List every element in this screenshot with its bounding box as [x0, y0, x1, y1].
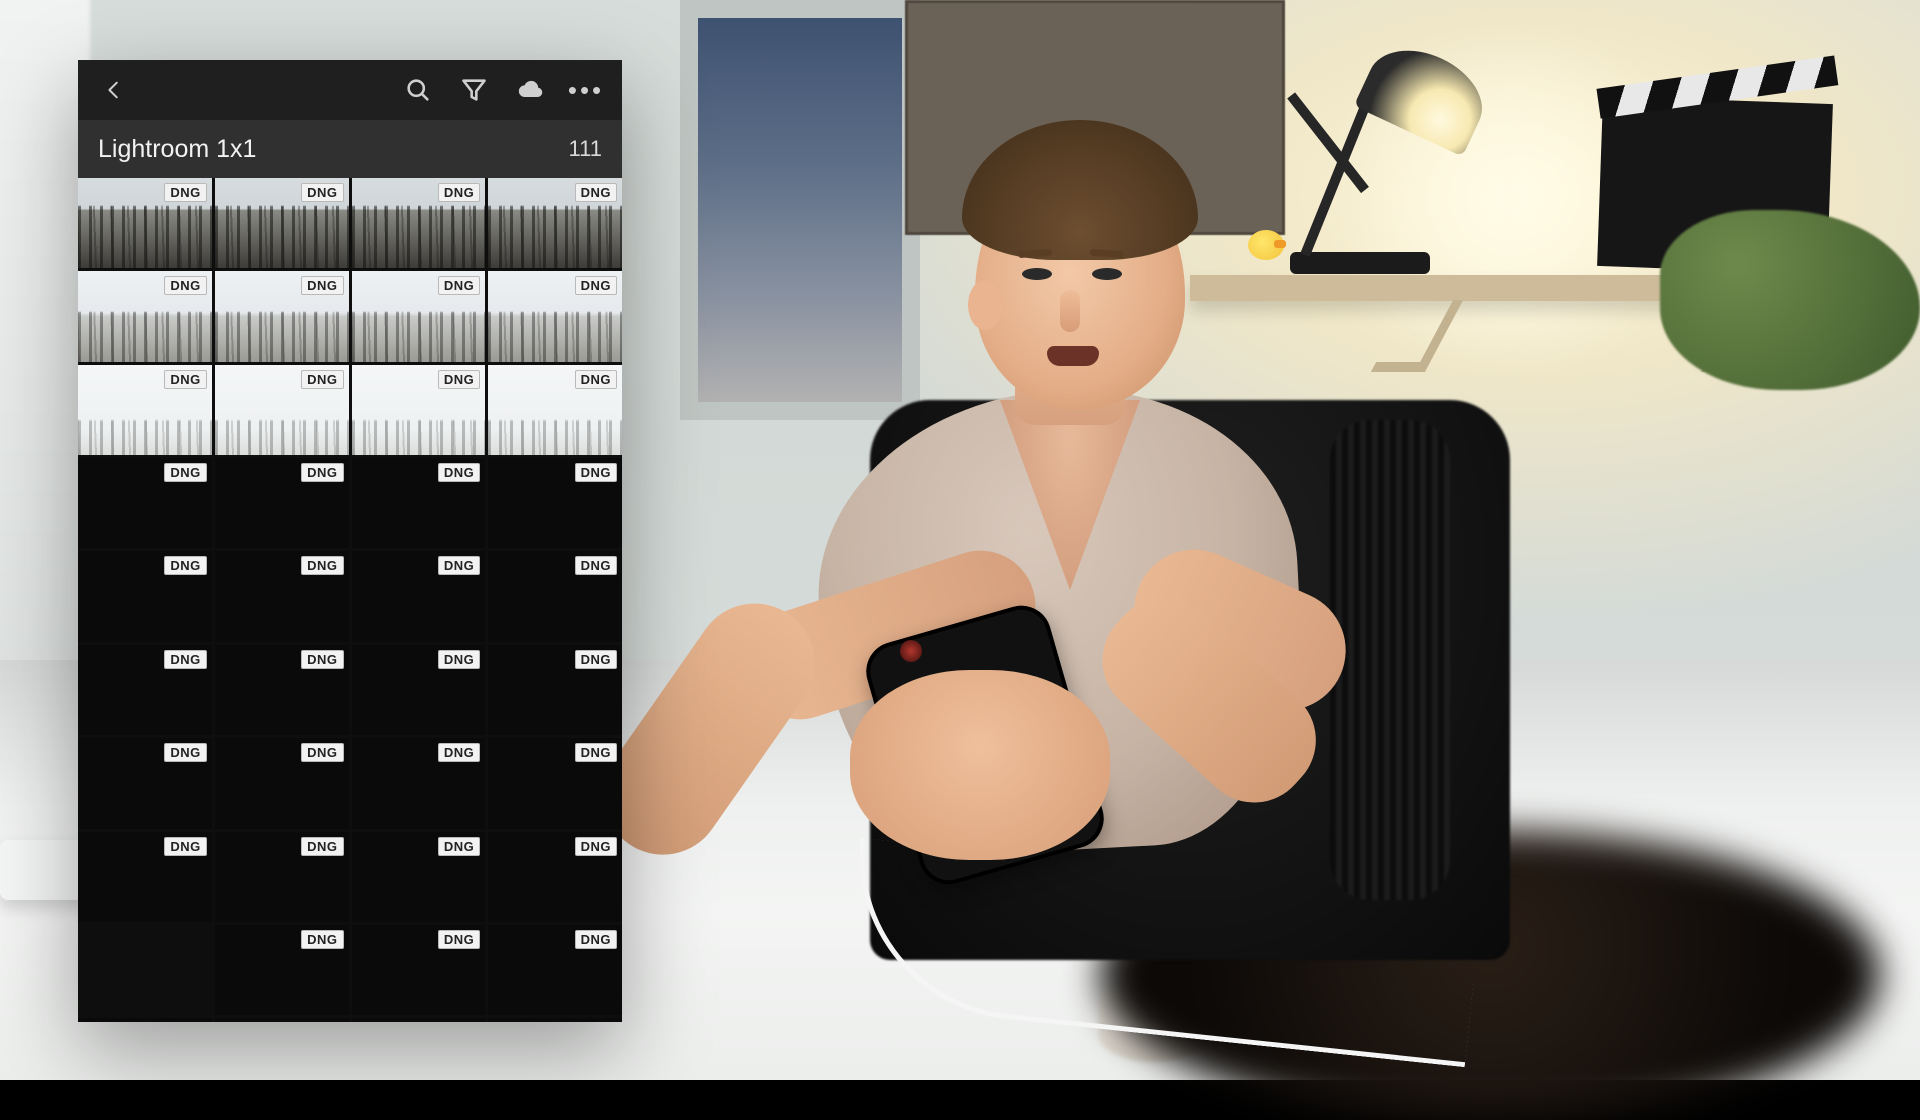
- photo-thumbnail[interactable]: DNG: [488, 458, 622, 548]
- file-format-badge: DNG: [438, 370, 480, 389]
- eye: [1092, 268, 1122, 280]
- file-format-badge: DNG: [301, 276, 343, 295]
- photo-thumbnail[interactable]: DNG: [78, 271, 212, 361]
- photo-thumbnail[interactable]: DNG: [78, 832, 212, 922]
- photo-thumbnail[interactable]: DNG: [215, 178, 349, 268]
- app-toolbar: •••: [78, 60, 622, 120]
- photo-thumbnail[interactable]: DNG: [78, 1018, 212, 1022]
- hands: [850, 670, 1110, 860]
- photo-thumbnail[interactable]: DNG: [488, 832, 622, 922]
- file-format-badge: DNG: [438, 650, 480, 669]
- photo-thumbnail[interactable]: DNG: [215, 925, 349, 1015]
- file-format-badge: DNG: [164, 556, 206, 575]
- photo-thumbnail[interactable]: DNG: [488, 365, 622, 455]
- file-format-badge: DNG: [164, 743, 206, 762]
- photo-thumbnail[interactable]: DNG: [215, 1018, 349, 1022]
- photo-thumbnail[interactable]: DNG: [352, 1018, 486, 1022]
- photo-thumbnail[interactable]: DNG: [215, 551, 349, 641]
- file-format-badge: DNG: [438, 930, 480, 949]
- photo-thumbnail[interactable]: DNG: [488, 645, 622, 735]
- file-format-badge: DNG: [438, 743, 480, 762]
- photo-thumbnail[interactable]: DNG: [78, 551, 212, 641]
- photo-thumbnail[interactable]: DNG: [352, 551, 486, 641]
- photo-thumbnail[interactable]: DNG: [352, 271, 486, 361]
- file-format-badge: DNG: [301, 837, 343, 856]
- file-format-badge: DNG: [438, 276, 480, 295]
- photo-thumbnail[interactable]: DNG: [352, 458, 486, 548]
- album-title: Lightroom 1x1: [98, 135, 256, 164]
- photo-thumbnail[interactable]: DNG: [78, 738, 212, 828]
- person-holding-phone: [700, 150, 1400, 970]
- file-format-badge: DNG: [438, 463, 480, 482]
- back-button[interactable]: [90, 66, 138, 114]
- file-format-badge: DNG: [575, 463, 617, 482]
- photo-thumbnail[interactable]: DNG: [352, 178, 486, 268]
- photo-thumbnail[interactable]: DNG: [488, 1018, 622, 1022]
- photo-thumbnail[interactable]: DNG: [215, 458, 349, 548]
- file-format-badge: DNG: [301, 463, 343, 482]
- photo-thumbnail[interactable]: DNG: [352, 925, 486, 1015]
- photo-thumbnail[interactable]: DNG: [352, 832, 486, 922]
- photo-thumbnail[interactable]: DNG: [215, 738, 349, 828]
- file-format-badge: DNG: [164, 183, 206, 202]
- photo-thumbnail[interactable]: DNG: [352, 645, 486, 735]
- file-format-badge: DNG: [164, 370, 206, 389]
- file-format-badge: DNG: [301, 650, 343, 669]
- photo-thumbnail[interactable]: DNG: [488, 738, 622, 828]
- empty-grid-slot: [78, 925, 212, 1015]
- photo-thumbnail[interactable]: DNG: [78, 365, 212, 455]
- file-format-badge: DNG: [164, 650, 206, 669]
- photo-thumbnail[interactable]: DNG: [215, 645, 349, 735]
- file-format-badge: DNG: [438, 837, 480, 856]
- filter-button[interactable]: [450, 66, 498, 114]
- file-format-badge: DNG: [575, 650, 617, 669]
- photo-count: 111: [569, 136, 602, 162]
- ellipsis-icon: •••: [568, 77, 604, 103]
- file-format-badge: DNG: [301, 183, 343, 202]
- file-format-badge: DNG: [575, 556, 617, 575]
- mouth: [1047, 346, 1099, 366]
- search-icon: [404, 76, 432, 104]
- nose: [1060, 290, 1080, 332]
- photo-thumbnail[interactable]: DNG: [78, 178, 212, 268]
- eye: [1022, 268, 1052, 280]
- cloud-icon: [516, 76, 544, 104]
- photo-thumbnail[interactable]: DNG: [488, 551, 622, 641]
- photo-thumbnail[interactable]: DNG: [488, 925, 622, 1015]
- cloud-sync-button[interactable]: [506, 66, 554, 114]
- file-format-badge: DNG: [301, 556, 343, 575]
- file-format-badge: DNG: [438, 556, 480, 575]
- file-format-badge: DNG: [575, 183, 617, 202]
- photo-thumbnail[interactable]: DNG: [215, 832, 349, 922]
- file-format-badge: DNG: [164, 463, 206, 482]
- search-button[interactable]: [394, 66, 442, 114]
- photo-grid[interactable]: DNGDNGDNGDNGDNGDNGDNGDNGDNGDNGDNGDNGDNGD…: [78, 178, 622, 1022]
- photo-thumbnail[interactable]: DNG: [215, 271, 349, 361]
- photo-thumbnail[interactable]: DNG: [352, 738, 486, 828]
- file-format-badge: DNG: [438, 183, 480, 202]
- more-options-button[interactable]: •••: [562, 66, 610, 114]
- lightroom-app: ••• Lightroom 1x1 111 DNGDNGDNGDNGDNGDNG…: [78, 60, 622, 1022]
- file-format-badge: DNG: [164, 276, 206, 295]
- file-format-badge: DNG: [164, 837, 206, 856]
- file-format-badge: DNG: [301, 370, 343, 389]
- funnel-icon: [460, 76, 488, 104]
- photo-thumbnail[interactable]: DNG: [78, 645, 212, 735]
- file-format-badge: DNG: [575, 276, 617, 295]
- photo-thumbnail[interactable]: DNG: [488, 178, 622, 268]
- photo-thumbnail[interactable]: DNG: [215, 365, 349, 455]
- file-format-badge: DNG: [575, 743, 617, 762]
- ear: [968, 280, 1002, 330]
- chevron-left-icon: [103, 79, 125, 101]
- photo-thumbnail[interactable]: DNG: [352, 365, 486, 455]
- photo-thumbnail[interactable]: DNG: [78, 458, 212, 548]
- file-format-badge: DNG: [301, 743, 343, 762]
- file-format-badge: DNG: [301, 930, 343, 949]
- phone-screen-overlay: ••• Lightroom 1x1 111 DNGDNGDNGDNGDNGDNG…: [78, 60, 622, 1022]
- album-header[interactable]: Lightroom 1x1 111: [78, 120, 622, 178]
- file-format-badge: DNG: [575, 930, 617, 949]
- photo-thumbnail[interactable]: DNG: [488, 271, 622, 361]
- file-format-badge: DNG: [575, 370, 617, 389]
- file-format-badge: DNG: [575, 837, 617, 856]
